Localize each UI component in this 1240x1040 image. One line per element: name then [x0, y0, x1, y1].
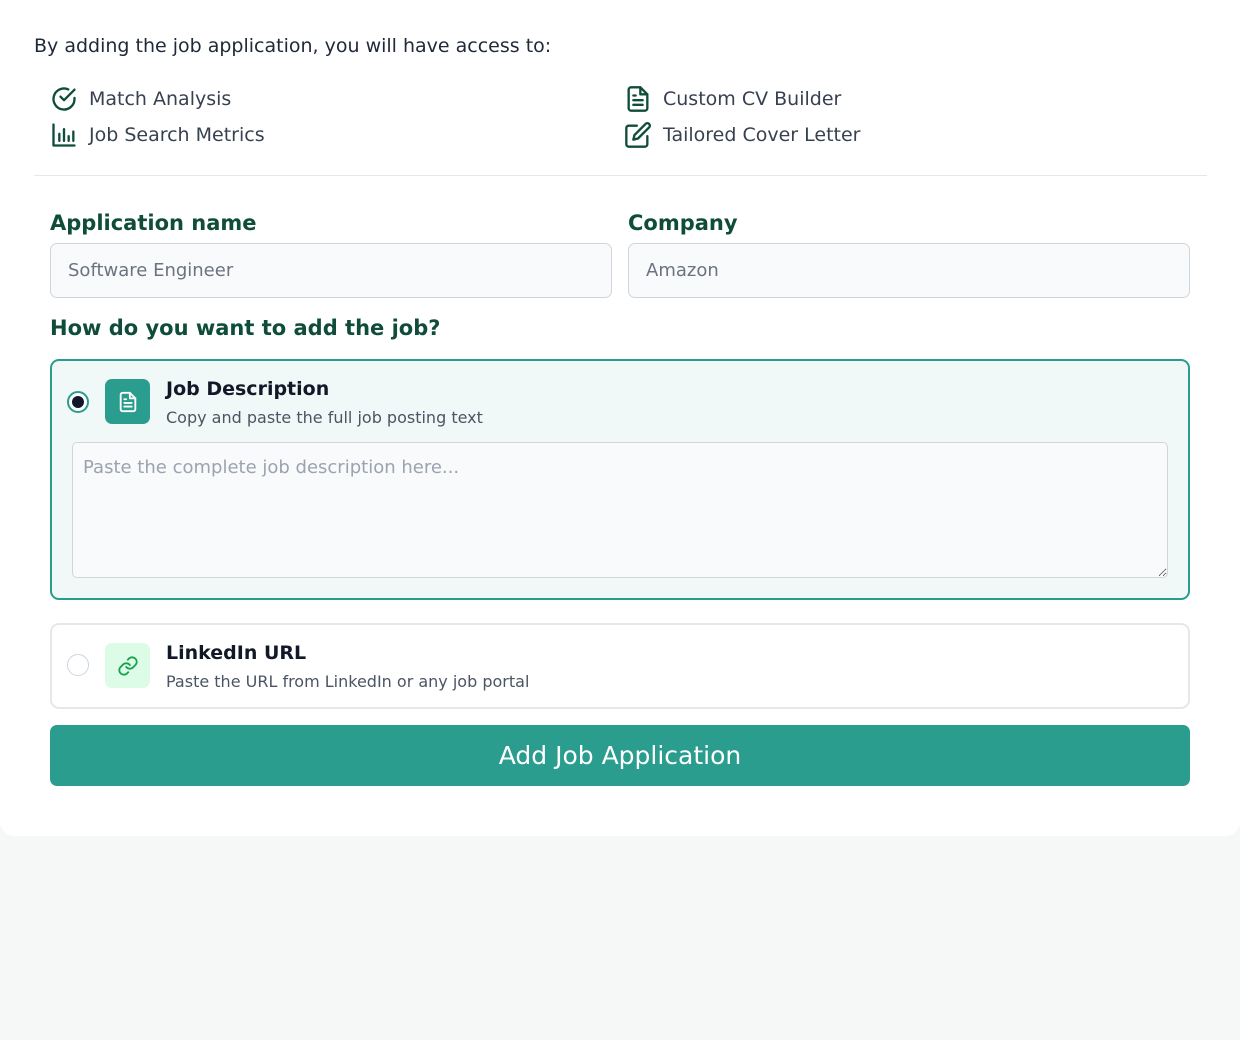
- feature-label: Match Analysis: [89, 88, 232, 110]
- feature-tailored-cover-letter: Tailored Cover Letter: [624, 121, 861, 149]
- bar-chart-icon: [50, 121, 78, 149]
- application-name-label: Application name: [50, 211, 257, 235]
- intro-text: By adding the job application, you will …: [34, 35, 552, 57]
- job-description-textarea[interactable]: [72, 442, 1168, 578]
- feature-match-analysis: Match Analysis: [50, 85, 231, 113]
- option-title: Job Description: [166, 378, 330, 400]
- radio-linkedin-url[interactable]: [67, 654, 89, 676]
- check-circle-icon: [50, 85, 78, 113]
- method-question: How do you want to add the job?: [50, 316, 441, 340]
- add-job-card: By adding the job application, you will …: [0, 0, 1240, 836]
- add-job-application-button[interactable]: Add Job Application: [50, 725, 1190, 786]
- feature-label: Custom CV Builder: [663, 88, 842, 110]
- divider: [34, 175, 1207, 176]
- option-description: Copy and paste the full job posting text: [166, 408, 483, 427]
- application-name-input[interactable]: [50, 243, 612, 298]
- link-icon: [105, 643, 150, 688]
- edit-icon: [624, 121, 652, 149]
- option-job-description[interactable]: Job Description Copy and paste the full …: [50, 359, 1190, 600]
- company-input[interactable]: [628, 243, 1190, 298]
- option-description: Paste the URL from LinkedIn or any job p…: [166, 672, 530, 691]
- option-title: LinkedIn URL: [166, 642, 307, 664]
- feature-custom-cv-builder: Custom CV Builder: [624, 85, 841, 113]
- feature-job-search-metrics: Job Search Metrics: [50, 121, 265, 149]
- option-linkedin-url[interactable]: LinkedIn URL Paste the URL from LinkedIn…: [50, 623, 1190, 709]
- company-label: Company: [628, 211, 738, 235]
- feature-label: Job Search Metrics: [89, 124, 265, 146]
- radio-job-description[interactable]: [67, 391, 89, 413]
- document-icon: [105, 379, 150, 424]
- document-icon: [624, 85, 652, 113]
- feature-label: Tailored Cover Letter: [663, 124, 861, 146]
